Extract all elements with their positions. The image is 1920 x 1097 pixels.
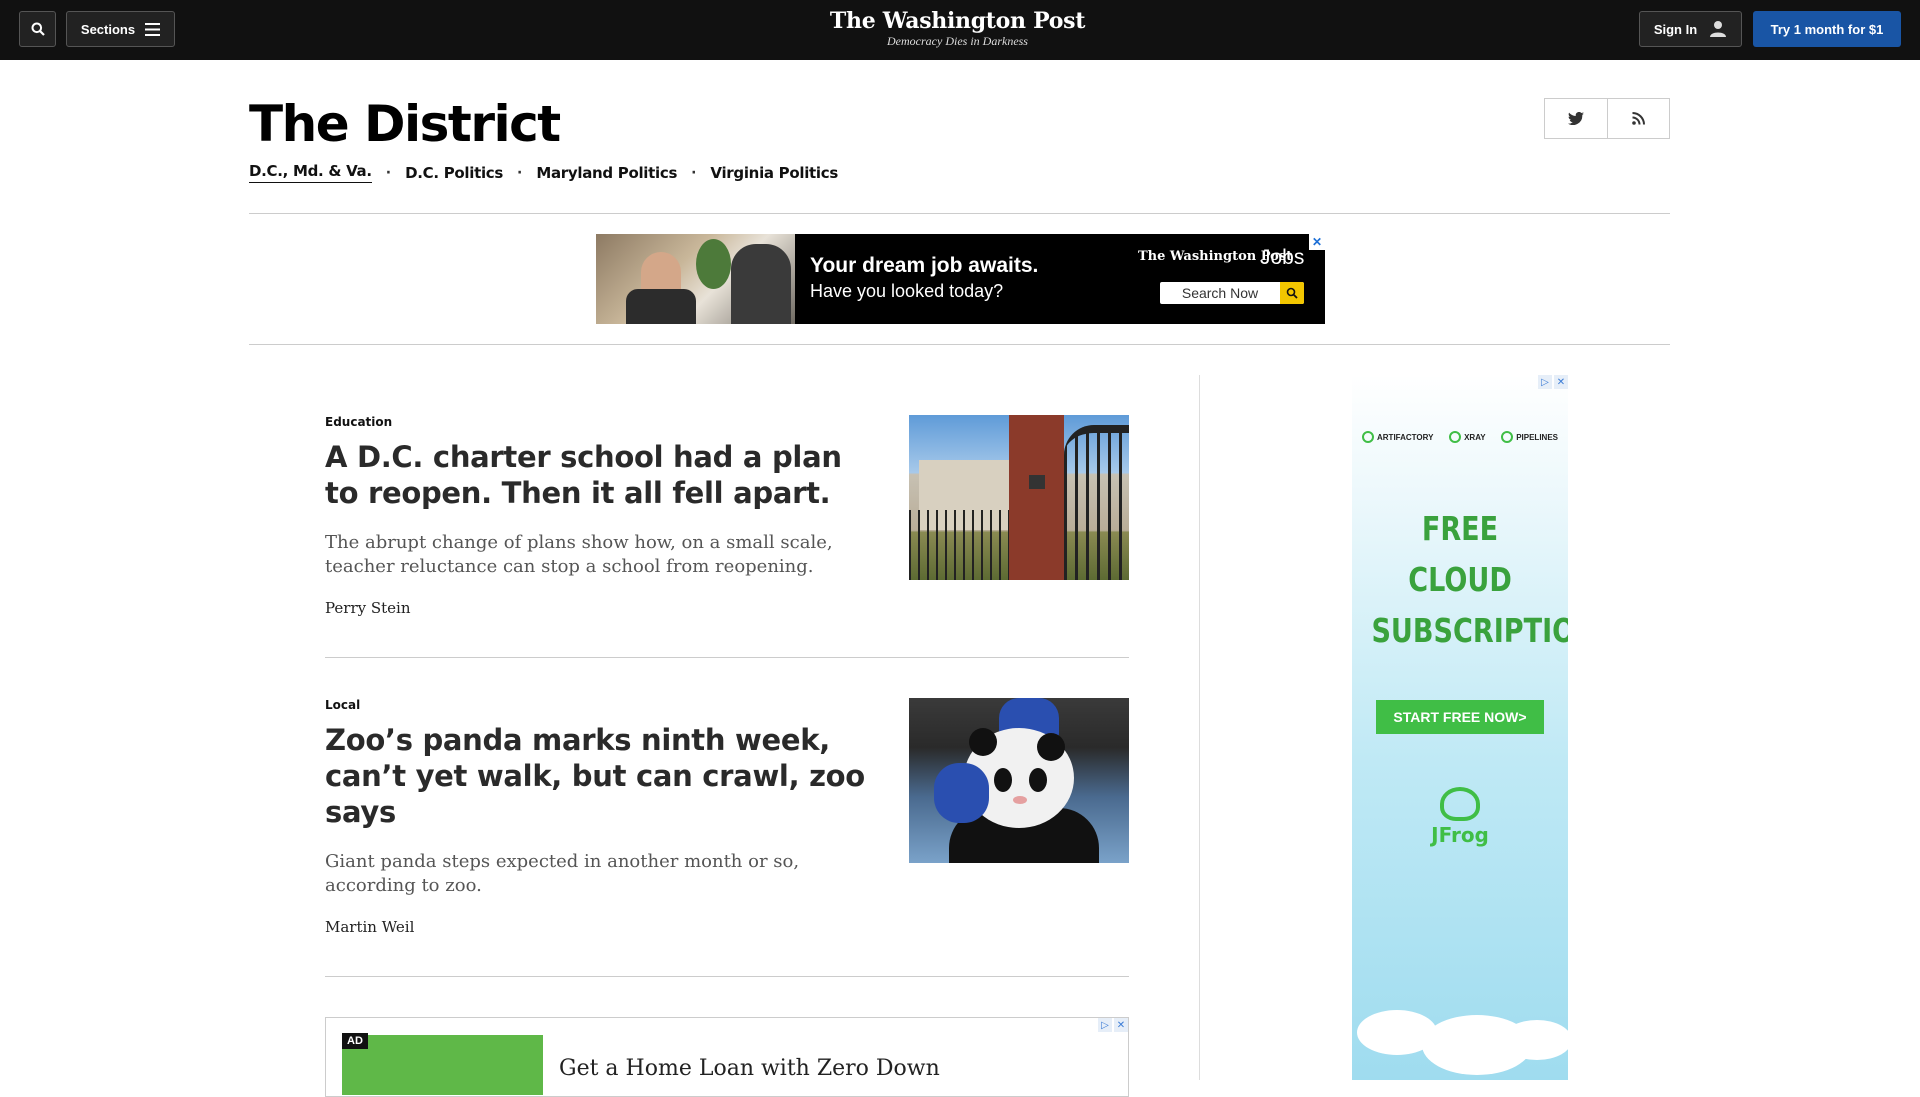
- subnav-item-virginia-politics[interactable]: Virginia Politics: [710, 164, 838, 182]
- close-icon[interactable]: ✕: [1114, 1018, 1128, 1032]
- brand-name: The Washington Post: [829, 8, 1086, 34]
- product-logo: XRAY: [1449, 431, 1486, 443]
- ad-cta-button[interactable]: START FREE NOW>: [1376, 700, 1544, 734]
- subscribe-button[interactable]: Try 1 month for $1: [1753, 11, 1901, 47]
- search-button[interactable]: [19, 11, 56, 47]
- product-logo: ARTIFACTORY: [1362, 431, 1433, 443]
- divider: [325, 657, 1129, 658]
- ad-headline-line: FREE: [1421, 509, 1499, 548]
- divider: [325, 976, 1129, 977]
- ad-image: [342, 1035, 543, 1095]
- article-blurb: The abrupt change of plans show how, on …: [325, 532, 833, 577]
- article-byline[interactable]: Perry Stein: [325, 599, 1129, 617]
- ad-badge: AD: [342, 1033, 368, 1049]
- ad-search-label: Search Now: [1181, 285, 1259, 301]
- subnav-separator: ·: [691, 164, 697, 181]
- user-icon: [1710, 21, 1727, 37]
- ad-brand-suffix: Jobs: [1260, 246, 1305, 269]
- cloud-illustration: [1502, 1020, 1568, 1060]
- top-navigation-bar: Sections The Washington Post Democracy D…: [0, 0, 1920, 60]
- article-byline[interactable]: Martin Weil: [325, 918, 1129, 936]
- ad-search-button[interactable]: Search Now: [1160, 282, 1304, 304]
- hamburger-icon: [145, 22, 161, 36]
- subnav-separator: ·: [385, 164, 392, 181]
- article-thumbnail[interactable]: [909, 415, 1129, 580]
- product-logo: PIPELINES: [1501, 431, 1558, 443]
- jobs-banner-ad[interactable]: Your dream job awaits. Have you looked t…: [596, 234, 1325, 324]
- adchoices-icon[interactable]: ▷: [1098, 1018, 1112, 1032]
- right-rail-ad[interactable]: ▷ ✕ ARTIFACTORY XRAY PIPELINES FREE CLOUD…: [1352, 375, 1568, 1080]
- ad-subhead: Have you looked today?: [810, 281, 1004, 301]
- article-headline[interactable]: Zoo’s panda marks ninth week, can’t yet …: [325, 722, 865, 830]
- ad-headline: Get a Home Loan with Zero Down: [559, 1056, 940, 1081]
- subnav-separator: ·: [517, 164, 523, 181]
- twitter-icon: [1567, 112, 1584, 125]
- adchoices-icon[interactable]: ▷: [1538, 375, 1552, 389]
- article-headline[interactable]: A D.C. charter school had a plan to reop…: [325, 439, 865, 511]
- rss-icon: [1632, 112, 1645, 125]
- home-loan-ad[interactable]: AD Get a Home Loan with Zero Down ▷ ✕: [325, 1017, 1129, 1097]
- ad-brand: JFrog: [1431, 823, 1489, 847]
- jfrog-logo: JFrog: [1352, 787, 1568, 847]
- article-card: Education A D.C. charter school had a pl…: [325, 415, 1129, 617]
- section-subnav: D.C., Md. & Va. · D.C. Politics · Maryla…: [249, 162, 838, 183]
- ad-headline: FREE CLOUD SUBSCRIPTION: [1371, 503, 1568, 656]
- rss-button[interactable]: [1606, 99, 1669, 138]
- frog-icon: [1440, 787, 1480, 821]
- ad-headline-line: CLOUD: [1408, 560, 1512, 599]
- adchoices[interactable]: ▷ ✕: [1098, 1018, 1128, 1032]
- ad-headline-line: SUBSCRIPTION: [1371, 611, 1568, 650]
- subnav-item-dc-md-va[interactable]: D.C., Md. & Va.: [249, 162, 372, 183]
- column-divider: [1199, 375, 1200, 1080]
- sign-in-label: Sign In: [1653, 21, 1698, 37]
- subnav-item-maryland-politics[interactable]: Maryland Politics: [536, 164, 677, 182]
- sections-label: Sections: [80, 21, 136, 37]
- search-icon: [31, 22, 45, 36]
- ad-product-logos: ARTIFACTORY XRAY PIPELINES: [1362, 431, 1558, 443]
- sign-in-button[interactable]: Sign In: [1639, 11, 1742, 47]
- adchoices[interactable]: ▷ ✕: [1538, 375, 1568, 389]
- sections-menu-button[interactable]: Sections: [66, 11, 175, 47]
- social-links: [1544, 98, 1670, 139]
- divider: [249, 344, 1670, 345]
- close-icon[interactable]: ✕: [1554, 375, 1568, 389]
- article-thumbnail[interactable]: [909, 698, 1129, 863]
- brand-tagline: Democracy Dies in Darkness: [887, 34, 1028, 48]
- close-icon[interactable]: ✕: [1309, 234, 1325, 250]
- ad-headline: Your dream job awaits.: [810, 254, 1039, 277]
- divider: [249, 213, 1670, 214]
- subnav-item-dc-politics[interactable]: D.C. Politics: [405, 164, 503, 182]
- magnifier-icon: [1280, 282, 1304, 304]
- section-title: The District: [249, 95, 561, 153]
- ad-photo: [596, 234, 795, 324]
- article-card: Local Zoo’s panda marks ninth week, can’…: [325, 698, 1129, 936]
- brand-logo-link[interactable]: The Washington Post Democracy Dies in Da…: [800, 8, 1115, 49]
- twitter-button[interactable]: [1545, 99, 1607, 138]
- article-blurb: Giant panda steps expected in another mo…: [325, 851, 800, 896]
